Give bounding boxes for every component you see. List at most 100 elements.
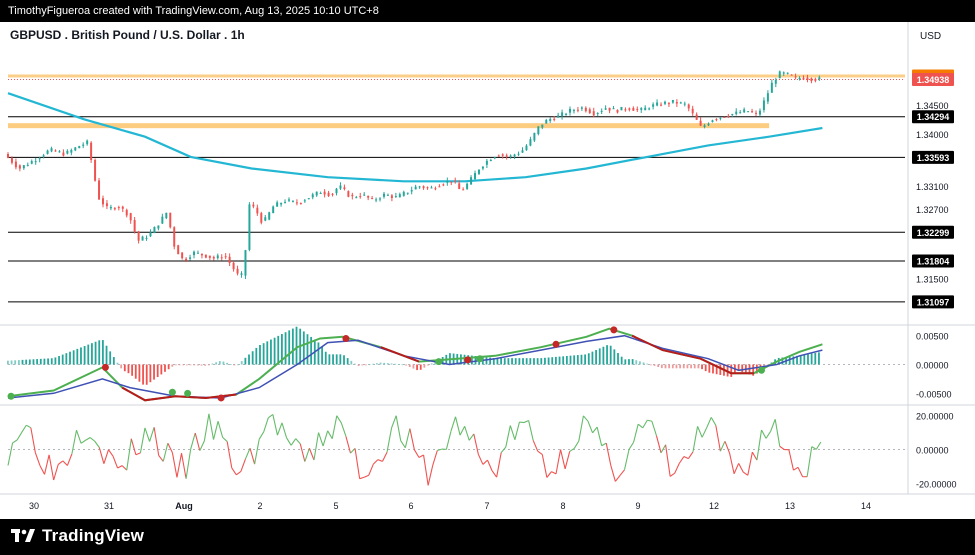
oscillator-segment bbox=[249, 448, 256, 465]
candle-body bbox=[121, 206, 124, 209]
candle bbox=[212, 255, 215, 261]
candle-body bbox=[319, 192, 322, 194]
candle-body bbox=[165, 212, 168, 219]
macd-histogram-bar bbox=[7, 360, 9, 365]
macd-histogram-bar bbox=[335, 354, 338, 365]
oscillator-segment bbox=[290, 438, 297, 446]
candle bbox=[177, 244, 180, 255]
candle-body bbox=[193, 251, 196, 256]
candle-body bbox=[252, 204, 255, 207]
candle bbox=[517, 151, 520, 156]
candle-body bbox=[359, 196, 362, 198]
candle bbox=[565, 112, 568, 116]
candle bbox=[18, 164, 21, 172]
candle bbox=[14, 158, 17, 170]
oscillator-segment bbox=[62, 460, 68, 466]
oscillator-segment bbox=[715, 425, 721, 452]
candle-body bbox=[208, 255, 211, 258]
macd-histogram-bar bbox=[127, 364, 130, 374]
candle bbox=[454, 177, 457, 184]
candle bbox=[109, 204, 112, 211]
candle-body bbox=[703, 125, 706, 128]
candle-body bbox=[200, 253, 203, 256]
chart-frame[interactable]: GBPUSD . British Pound / U.S. Dollar . 1… bbox=[0, 22, 975, 519]
oscillator-segment bbox=[505, 425, 511, 448]
candle-body bbox=[786, 72, 789, 74]
candle bbox=[766, 90, 769, 105]
oscillator-segment bbox=[135, 452, 141, 456]
tradingview-logo[interactable]: TradingView bbox=[10, 526, 144, 546]
macd-histogram-bar bbox=[171, 364, 174, 367]
candle bbox=[22, 164, 25, 170]
macd-histogram-bar bbox=[251, 351, 254, 365]
macd-histogram-bar bbox=[701, 364, 703, 370]
macd-cross-marker bbox=[464, 356, 472, 364]
oscillator-segment bbox=[267, 414, 274, 419]
candle bbox=[30, 159, 33, 165]
candle-body bbox=[105, 203, 108, 207]
candle bbox=[640, 107, 643, 113]
macd-histogram-bar bbox=[21, 359, 24, 365]
candle bbox=[94, 158, 97, 182]
oscillator-segment bbox=[445, 431, 452, 450]
time-tick-label: 14 bbox=[861, 501, 871, 511]
candle-body bbox=[379, 198, 382, 200]
oscillator-segment bbox=[413, 449, 420, 458]
oscillator-segment bbox=[564, 451, 571, 469]
candle bbox=[26, 162, 29, 167]
macd-histogram-bar bbox=[339, 354, 342, 365]
macd-histogram-bar bbox=[273, 337, 276, 365]
macd-histogram-bar bbox=[43, 358, 46, 365]
oscillator-tick-label: 20.00000 bbox=[916, 412, 954, 422]
macd-histogram-bar bbox=[291, 328, 294, 365]
candle-body bbox=[224, 256, 227, 258]
candle-body bbox=[367, 195, 370, 198]
candle bbox=[363, 192, 366, 196]
candle-body bbox=[810, 78, 813, 82]
macd-histogram-bar bbox=[109, 351, 112, 365]
candle bbox=[489, 158, 492, 162]
macd-histogram-bar bbox=[635, 360, 638, 365]
candle-body bbox=[537, 126, 540, 135]
macd-histogram-bar bbox=[671, 364, 674, 369]
chart-canvas[interactable]: GBPUSD . British Pound / U.S. Dollar . 1… bbox=[0, 22, 975, 519]
candle-body bbox=[596, 113, 599, 115]
oscillator-segment bbox=[619, 469, 625, 476]
candle bbox=[288, 197, 291, 203]
macd-histogram-bar bbox=[668, 364, 671, 369]
candle bbox=[580, 106, 583, 111]
price-label-box: 1.31804 bbox=[912, 254, 954, 268]
attribution-text: TimothyFigueroa created with TradingView… bbox=[8, 5, 379, 17]
macd-histogram-bar bbox=[646, 363, 649, 365]
price-pane[interactable] bbox=[0, 22, 975, 495]
oscillator-segment bbox=[89, 437, 96, 442]
oscillator-segment bbox=[610, 465, 616, 482]
macd-histogram-bar bbox=[606, 345, 608, 365]
price-axis[interactable]: 1.34500 1.34000 1.33100 1.32700 1.31500 1.349… bbox=[912, 69, 957, 490]
candle bbox=[351, 192, 354, 200]
time-axis[interactable]: 30 31 Aug 2 5 6 7 8 9 12 13 14 bbox=[29, 501, 871, 511]
macd-histogram-bar bbox=[719, 364, 722, 375]
candle-body bbox=[683, 103, 686, 105]
price-tick-label: 1.31500 bbox=[916, 275, 949, 285]
candle bbox=[117, 205, 120, 211]
macd-histogram-bar bbox=[514, 358, 517, 365]
macd-histogram-bar bbox=[708, 364, 711, 373]
macd-histogram-bar bbox=[565, 355, 568, 365]
macd-histogram-bar bbox=[101, 340, 104, 365]
oscillator-segment bbox=[21, 424, 27, 433]
macd-histogram-bar bbox=[255, 347, 258, 365]
oscillator-segment bbox=[395, 415, 402, 441]
macd-pane[interactable] bbox=[7, 326, 905, 402]
macd-histogram-bar bbox=[277, 335, 280, 365]
candle-body bbox=[505, 155, 508, 157]
oscillator-pane[interactable] bbox=[7, 413, 905, 486]
candle-body bbox=[339, 185, 342, 189]
macd-histogram-bar bbox=[72, 350, 75, 365]
candle bbox=[280, 202, 283, 207]
oscillator-segment bbox=[706, 417, 712, 428]
macd-histogram-bar bbox=[164, 364, 166, 372]
candle bbox=[335, 187, 338, 196]
oscillator-segment bbox=[596, 426, 603, 446]
candle-body bbox=[216, 255, 219, 259]
